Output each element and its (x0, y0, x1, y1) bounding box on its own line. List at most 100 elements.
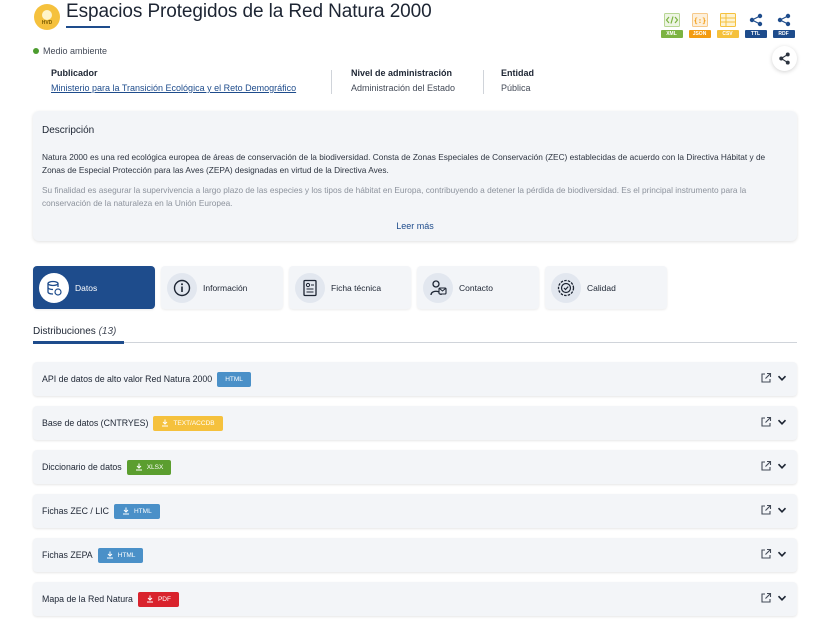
format-label: HTML (225, 375, 243, 383)
tab-contacto[interactable]: Contacto (417, 266, 539, 309)
external-link-icon[interactable] (760, 372, 772, 384)
admin-level-value: Administración del Estado (351, 83, 456, 93)
distribution-row[interactable]: Base de datos (CNTRYES) TEXT/ACCDB (33, 406, 797, 440)
dataset-tabs: Datos Información Ficha técnica Contacto… (33, 266, 667, 309)
external-link-icon[interactable] (760, 416, 772, 428)
distribution-title: Base de datos (CNTRYES) (42, 418, 149, 428)
distribution-title: API de datos de alto valor Red Natura 20… (42, 374, 213, 384)
format-ttl-button[interactable]: TTL (744, 10, 767, 39)
share-icon (779, 52, 790, 65)
format-label: XML (660, 30, 683, 38)
distribution-title: Fichas ZEPA (42, 550, 93, 560)
admin-level-block: Nivel de administración Administración d… (351, 68, 455, 93)
distributions-count: (13) (98, 326, 117, 337)
chevron-down-icon[interactable] (777, 505, 787, 515)
chevron-down-icon[interactable] (777, 417, 787, 427)
format-csv-button[interactable]: CSV (716, 10, 739, 39)
quality-badge-icon (551, 272, 581, 303)
download-icon (122, 507, 129, 515)
high-value-dataset-badge: HVD (34, 4, 60, 30)
format-badge[interactable]: PDF (137, 591, 179, 607)
external-link-icon[interactable] (760, 548, 772, 560)
chevron-down-icon[interactable] (777, 461, 787, 471)
download-icon (106, 551, 113, 559)
tab-label: Calidad (587, 282, 616, 293)
page-title: Espacios Protegidos de la Red Natura 200… (66, 1, 432, 22)
entity-value: Pública (501, 83, 531, 93)
format-badge[interactable]: XLSX (126, 459, 172, 475)
badge-star-icon (42, 10, 52, 20)
description-paragraph: Natura 2000 es una red ecológica europea… (42, 152, 766, 175)
distribution-row[interactable]: Diccionario de datos XLSX (33, 450, 797, 484)
distributions-divider (33, 342, 797, 343)
document-icon (295, 272, 325, 303)
tab-ficha-tecnica[interactable]: Ficha técnica (289, 266, 411, 309)
download-icon (135, 463, 142, 471)
category-tag[interactable]: Medio ambiente (33, 46, 107, 56)
chevron-down-icon[interactable] (777, 593, 787, 603)
contact-icon (423, 272, 453, 303)
braces-icon: {:} (688, 10, 711, 30)
share-nodes-icon (772, 10, 795, 30)
admin-level-heading: Nivel de administración (351, 68, 453, 78)
svg-text:{:}: {:} (693, 17, 706, 25)
external-link-icon[interactable] (760, 504, 772, 516)
tab-calidad[interactable]: Calidad (545, 266, 667, 309)
chevron-down-icon[interactable] (777, 373, 787, 383)
code-icon (660, 10, 683, 30)
share-nodes-icon (744, 10, 767, 30)
read-more-link[interactable]: Leer más (33, 221, 797, 231)
tab-informacion[interactable]: Información (161, 266, 283, 309)
publisher-link[interactable]: Ministerio para la Transición Ecológica … (51, 83, 296, 93)
divider (331, 70, 332, 94)
badge-text: HVD (41, 20, 53, 26)
category-dot (33, 48, 39, 54)
format-xml-button[interactable]: XML (660, 10, 683, 39)
tab-label: Información (203, 282, 248, 293)
tab-label: Contacto (459, 282, 494, 293)
chevron-down-icon[interactable] (777, 549, 787, 559)
row-actions (760, 504, 787, 516)
format-rdf-button[interactable]: RDF (772, 10, 795, 39)
distribution-title: Mapa de la Red Natura (42, 594, 133, 604)
external-link-icon[interactable] (760, 460, 772, 472)
external-link-icon[interactable] (760, 592, 772, 604)
format-label: TEXT/ACCDB (173, 419, 215, 427)
format-label: TTL (744, 30, 767, 38)
tab-label: Datos (75, 282, 98, 293)
format-label: XLSX (146, 463, 164, 471)
row-actions (760, 416, 787, 428)
format-badge[interactable]: HTML (113, 503, 160, 519)
row-actions (760, 460, 787, 472)
format-json-button[interactable]: {:} JSON (688, 10, 711, 39)
publisher-heading: Publicador (51, 68, 98, 78)
distributions-heading: Distribuciones (13) (33, 326, 116, 337)
distributions-active-underline (33, 341, 124, 344)
entity-block: Entidad Pública (501, 68, 534, 93)
format-badge[interactable]: HTML (217, 371, 251, 387)
format-label: PDF (157, 595, 171, 603)
download-icon (162, 419, 169, 427)
tab-datos[interactable]: Datos (33, 266, 155, 309)
format-label: CSV (716, 30, 739, 38)
title-underline (66, 26, 110, 28)
distribution-row[interactable]: Mapa de la Red Natura PDF (33, 582, 797, 616)
publisher-block: Publicador Ministerio para la Transición… (51, 68, 296, 93)
table-icon (716, 10, 739, 30)
distributions-list: API de datos de alto valor Red Natura 20… (33, 362, 797, 625)
description-card: Descripción Natura 2000 es una red ecoló… (33, 111, 797, 241)
row-actions (760, 548, 787, 560)
share-button[interactable] (772, 46, 797, 71)
distribution-row[interactable]: Fichas ZEC / LIC HTML (33, 494, 797, 528)
info-icon (167, 272, 197, 303)
download-icon (146, 595, 153, 603)
format-label: JSON (688, 30, 711, 38)
distribution-row[interactable]: API de datos de alto valor Red Natura 20… (33, 362, 797, 396)
format-badge[interactable]: TEXT/ACCDB (153, 415, 223, 431)
format-badge[interactable]: HTML (97, 547, 144, 563)
category-label: Medio ambiente (43, 46, 108, 56)
format-label: HTML (117, 551, 136, 559)
distribution-row[interactable]: Fichas ZEPA HTML (33, 538, 797, 572)
distributions-title: Distribuciones (33, 326, 96, 337)
database-icon (39, 272, 69, 303)
